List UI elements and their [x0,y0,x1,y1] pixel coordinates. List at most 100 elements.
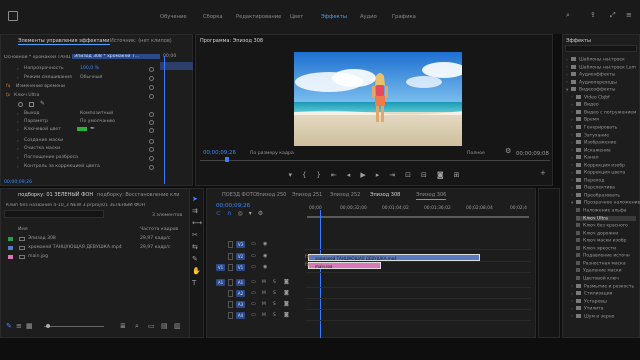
workspace-tab[interactable]: Редактирование [236,14,281,20]
fullscreen-icon[interactable]: ⤢ [610,12,616,19]
keyframe-reset-icon[interactable] [149,165,154,170]
keyframe-reset-icon[interactable] [149,94,154,99]
effects-tree-item[interactable]: › Искажение [571,147,611,153]
program-timecode[interactable]: 00;00;09;26 [203,150,236,156]
mark-in-icon[interactable]: { [302,171,306,179]
effects-search-input[interactable] [565,45,637,52]
snap-icon[interactable]: ∩ [227,210,231,218]
keyframe-reset-icon[interactable] [149,156,154,161]
effects-tree-item[interactable]: › Утилита [571,306,603,312]
timeline-tab[interactable]: ПОЕЗД ФОТО [222,192,257,198]
track-visibility-icon[interactable]: ◉ [263,253,267,260]
effects-tree-item[interactable]: › Размытие и резкость [571,283,634,289]
keyframe-reset-icon[interactable] [149,76,154,81]
effects-tree-item[interactable]: › Аудиоэффекты [566,72,615,78]
rect-mask-icon[interactable] [29,102,34,107]
effects-tree-item[interactable]: Ключ без красного [576,223,628,229]
effects-tree-item[interactable]: › Переход [571,177,604,183]
row-expand-icon[interactable]: › [17,138,22,143]
master-clip-label[interactable]: Основной * хромакей ТАНЦ... [4,55,70,60]
track-lock-icon[interactable] [228,264,233,271]
track-lock-icon[interactable] [228,253,233,260]
keyframe-reset-icon[interactable] [149,147,154,152]
timeline-clip[interactable]: main.jpg [308,262,381,269]
track-lock-icon[interactable] [228,290,233,297]
track-lock-icon[interactable] [228,241,233,248]
effects-tree-item[interactable]: › Видео [571,102,599,108]
work-area-bar[interactable] [307,216,529,218]
menu-icon[interactable]: ≡ [626,12,632,19]
effects-tree-item[interactable]: › Стилизация [571,291,612,297]
pen-mask-icon[interactable]: ✎ [40,100,45,107]
track-mute-button[interactable]: M [262,313,266,318]
track-mute-button[interactable]: M [262,280,266,285]
timeline-tab[interactable]: Эпизод 251 [292,192,322,198]
workspace-tab[interactable]: Цвет [290,14,303,20]
tab-effect-controls[interactable]: Элементы управления эффектами [18,38,110,45]
workspace-tab[interactable]: Аудио [360,14,377,20]
workspace-tab[interactable]: Сборка [203,14,223,20]
effects-tree-item[interactable]: ▾ Видеоэффекты [566,87,615,93]
row-expand-icon[interactable]: › [17,119,22,124]
insert-icon[interactable]: ⊂ [216,210,221,218]
track-solo-button[interactable]: S [273,280,276,285]
effects-tree-item[interactable]: › Шаблоны настроек [566,57,625,63]
keyframe-reset-icon[interactable] [149,112,154,117]
icon-view-icon[interactable]: ▦ [26,323,33,330]
effects-tree-item[interactable]: Ключ Ultra [576,215,636,222]
track-solo-button[interactable]: S [273,313,276,318]
slip-icon[interactable]: ⇆ [192,244,198,251]
track-sync-icon[interactable]: ▭ [251,301,256,308]
track-target-button[interactable]: A1 [236,279,245,286]
ec-timecode[interactable]: 00;00;09;26 [4,180,32,185]
new-item-icon[interactable]: ▤ [161,323,168,330]
ec-row-value[interactable]: Обычный [80,75,102,80]
share-icon[interactable]: ⇪ [590,12,596,19]
extract-icon[interactable]: ⊟ [421,171,427,179]
track-visibility-icon[interactable]: ◉ [263,264,267,271]
workspace-tab[interactable]: Графика [392,14,416,20]
delete-icon[interactable]: ▥ [174,323,181,330]
effects-tree-item[interactable]: › Video Cbjbf [571,94,610,100]
keyframe-reset-icon[interactable] [149,120,154,125]
effects-tree-item[interactable]: Ключ маски изобр [576,238,626,244]
keyframe-reset-icon[interactable] [149,67,154,72]
settings-icon[interactable]: ⚙ [258,210,263,218]
wrench-icon[interactable]: ⚙ [505,148,511,155]
effects-tree-item[interactable]: Удаление маски [576,268,622,274]
ellipse-mask-icon[interactable] [18,102,23,107]
step-forward-icon[interactable]: ▸ [376,171,380,179]
effects-tree-item[interactable]: Ключ дорожки [576,230,618,236]
effects-tree-item[interactable]: › Аудиопереходы [566,79,617,85]
track-mute-button[interactable]: M [262,302,266,307]
ec-row-value[interactable]: 100,0 % [80,66,99,71]
track-sync-icon[interactable]: ▭ [251,279,256,286]
keyframe-reset-icon[interactable] [149,139,154,144]
program-scrubber[interactable] [200,160,550,161]
project-item-name[interactable]: main.jpg [28,254,48,259]
track-sync-icon[interactable]: ▭ [251,241,256,248]
track-target-button[interactable]: V2 [236,253,245,260]
eyedropper-icon[interactable]: ✒ [90,125,95,132]
type-tool-icon[interactable]: T [192,280,196,287]
effects-tree-item[interactable]: Разностная маска [576,260,626,266]
col-rate-header[interactable]: Частота кадров [140,227,178,232]
go-to-out-icon[interactable]: ⇥ [389,171,395,179]
tab-project-restore[interactable]: подборку: Восстановление кли [97,192,192,198]
project-search-input[interactable] [4,210,104,218]
effects-tree-item[interactable]: Наложение альфа [576,208,627,214]
ripple-edit-icon[interactable]: ⟷ [192,220,202,227]
effects-tree-item[interactable]: › Шум и зерно [571,313,614,319]
search-icon[interactable]: ⌕ [566,12,570,19]
pen-tool-icon[interactable]: ✎ [192,256,198,263]
track-lock-icon[interactable] [228,279,233,286]
effects-tree-item[interactable]: › Коррекция цвета [571,170,625,176]
effects-tree-item[interactable]: › Коррекция изобр [571,162,625,168]
add-marker-icon[interactable]: ▾ [249,210,252,218]
program-playhead[interactable] [225,157,229,162]
track-sync-icon[interactable]: ▭ [251,312,256,319]
effects-tree-item[interactable]: › Преобразовать [571,192,620,198]
zoom-slider[interactable] [44,326,104,327]
tab-project-bin[interactable]: подборку: 01 ЗЕЛЕНЫЙ ФОН [18,192,93,198]
timeline-timecode[interactable]: 00;00;09;26 [216,203,250,209]
